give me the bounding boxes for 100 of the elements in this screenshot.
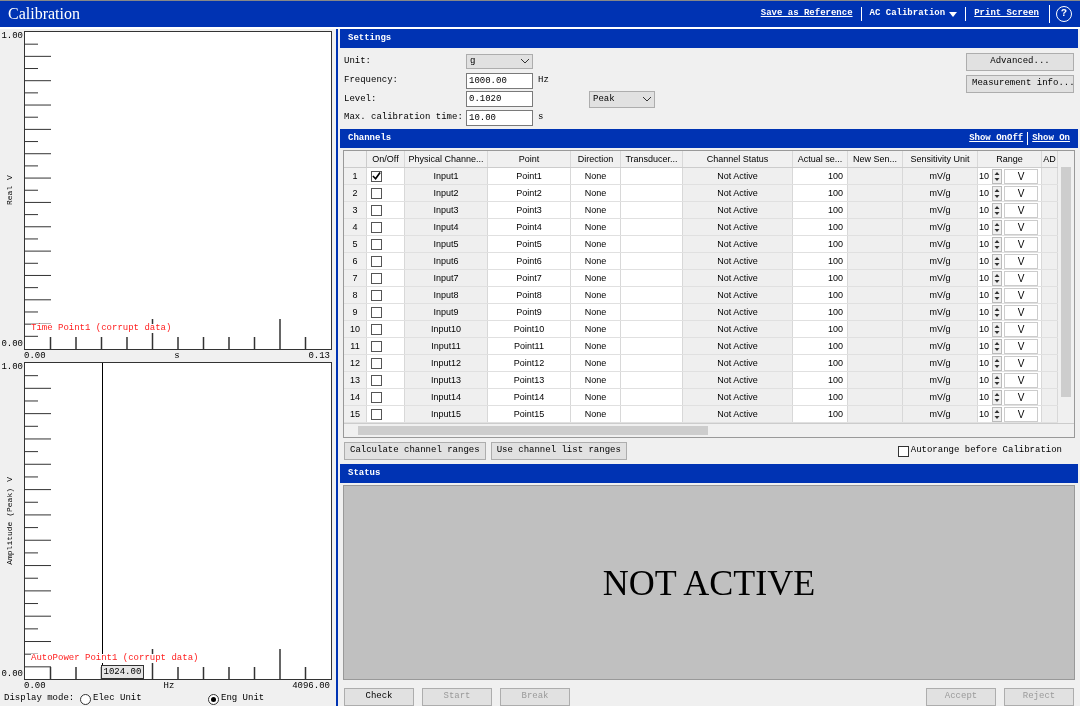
range-value: 10 (978, 170, 990, 183)
table-cell: Input11 (405, 338, 488, 354)
range-unit-field[interactable]: V (1004, 304, 1038, 320)
button[interactable]: Advanced... (966, 53, 1074, 71)
spinner-icon[interactable] (992, 185, 1002, 201)
input-field[interactable]: 1000.00 (466, 72, 533, 89)
table-cell: Not Active (683, 321, 793, 337)
input-field[interactable]: 0.1020 (466, 91, 533, 108)
range-unit-field[interactable]: V (1004, 372, 1038, 388)
header-link[interactable]: Show On (1027, 131, 1070, 146)
vertical-scrollbar[interactable] (1058, 151, 1074, 423)
table-cell: Input5 (405, 236, 488, 252)
range-unit-field[interactable]: V (1004, 338, 1038, 354)
column-header: Direction (571, 151, 621, 167)
spinner-icon[interactable] (992, 304, 1002, 320)
checkbox[interactable] (371, 374, 382, 386)
spinner-icon[interactable] (992, 236, 1002, 252)
range-unit-field[interactable]: V (1004, 185, 1038, 201)
checkbox[interactable] (371, 238, 382, 250)
select-field[interactable]: Peak (589, 90, 655, 108)
checkbox[interactable] (371, 187, 382, 199)
select-field[interactable]: g (466, 54, 533, 70)
spinner-icon[interactable] (992, 270, 1002, 286)
radio-button[interactable] (80, 693, 91, 705)
spinner-icon[interactable] (992, 372, 1002, 388)
table-cell: Not Active (683, 338, 793, 354)
field-label: Frequency: (344, 73, 399, 87)
checkbox[interactable] (371, 391, 382, 403)
table-cell: Point11 (488, 338, 571, 354)
checkbox[interactable] (371, 408, 382, 420)
checkbox[interactable] (371, 357, 382, 369)
range-unit-field[interactable]: V (1004, 236, 1038, 252)
y-max-label: 1.00 (1, 362, 23, 372)
header-link[interactable]: Show OnOff (969, 131, 1024, 146)
range-unit-field[interactable]: V (1004, 355, 1038, 371)
checkbox[interactable] (371, 204, 382, 216)
header-link[interactable]: Print Screen (966, 7, 1047, 21)
range-unit-field[interactable]: V (1004, 406, 1038, 422)
header-link[interactable]: Save as Reference (752, 7, 861, 21)
y-axis-title: Amplitude (Peak) (6, 487, 14, 565)
input-field[interactable]: 10.00 (466, 110, 533, 127)
range-unit-field[interactable]: V (1004, 270, 1038, 286)
table-cell: mV/g (903, 389, 978, 405)
range-unit-field[interactable]: V (1004, 219, 1038, 235)
table-cell: Point2 (488, 185, 571, 201)
table-cell: Point9 (488, 304, 571, 320)
button[interactable]: Calculate channel ranges (344, 442, 486, 460)
caret-icon (949, 11, 958, 17)
checkbox[interactable] (371, 221, 382, 233)
checkbox[interactable] (371, 340, 382, 352)
trace-label: AutoPower Point1 (corrupt data) (31, 654, 199, 663)
radio-button[interactable] (208, 693, 219, 705)
table-cell: Input10 (405, 321, 488, 337)
spinner-icon[interactable] (992, 253, 1002, 269)
checkbox[interactable] (371, 289, 382, 301)
checkbox[interactable] (371, 306, 382, 318)
table-cell: Input9 (405, 304, 488, 320)
table-cell: Point13 (488, 372, 571, 388)
spinner-icon[interactable] (992, 406, 1002, 422)
table-cell: mV/g (903, 270, 978, 286)
checkbox[interactable] (897, 445, 909, 457)
table-cell: None (571, 287, 621, 303)
spinner-icon[interactable] (992, 202, 1002, 218)
table-cell: Input4 (405, 219, 488, 235)
range-unit-field[interactable]: V (1004, 202, 1038, 218)
range-unit-field[interactable]: V (1004, 168, 1038, 184)
checkbox[interactable] (371, 255, 382, 267)
spinner-icon[interactable] (992, 338, 1002, 354)
autorange-option[interactable]: Autorange before Calibration (897, 444, 1062, 458)
radio-option[interactable]: Elec Unit (80, 692, 208, 706)
spinner-icon[interactable] (992, 321, 1002, 337)
range-unit-field[interactable]: V (1004, 287, 1038, 303)
spinner-icon[interactable] (992, 389, 1002, 405)
checkbox[interactable] (371, 272, 382, 284)
spinner-icon[interactable] (992, 287, 1002, 303)
x-unit-label: s (174, 349, 180, 362)
y-unit-label: V (6, 175, 14, 181)
table-cell: Input7 (405, 270, 488, 286)
range-unit-field[interactable]: V (1004, 321, 1038, 337)
range-unit-field[interactable]: V (1004, 389, 1038, 405)
table-cell: mV/g (903, 202, 978, 218)
table-cell: Point15 (488, 406, 571, 422)
range-value: 10 (978, 272, 990, 285)
checkbox[interactable] (371, 323, 382, 335)
dropdown-menu[interactable]: AC Calibration (860, 7, 967, 21)
range-value: 10 (978, 340, 990, 353)
table-cell: Not Active (683, 406, 793, 422)
button[interactable]: Check (344, 687, 414, 706)
row-number: 1 (344, 168, 367, 184)
x-min-label: 0.00 (24, 680, 46, 692)
range-unit-field[interactable]: V (1004, 253, 1038, 269)
spinner-icon[interactable] (992, 168, 1002, 184)
horizontal-scrollbar[interactable] (344, 423, 1074, 437)
column-header: Sensitivity Unit (903, 151, 978, 167)
radio-option[interactable]: Eng Unit (208, 692, 265, 706)
checkbox[interactable] (371, 170, 382, 182)
button[interactable]: Measurement info... (966, 75, 1074, 93)
button[interactable]: Use channel list ranges (490, 442, 627, 460)
spinner-icon[interactable] (992, 355, 1002, 371)
spinner-icon[interactable] (992, 219, 1002, 235)
